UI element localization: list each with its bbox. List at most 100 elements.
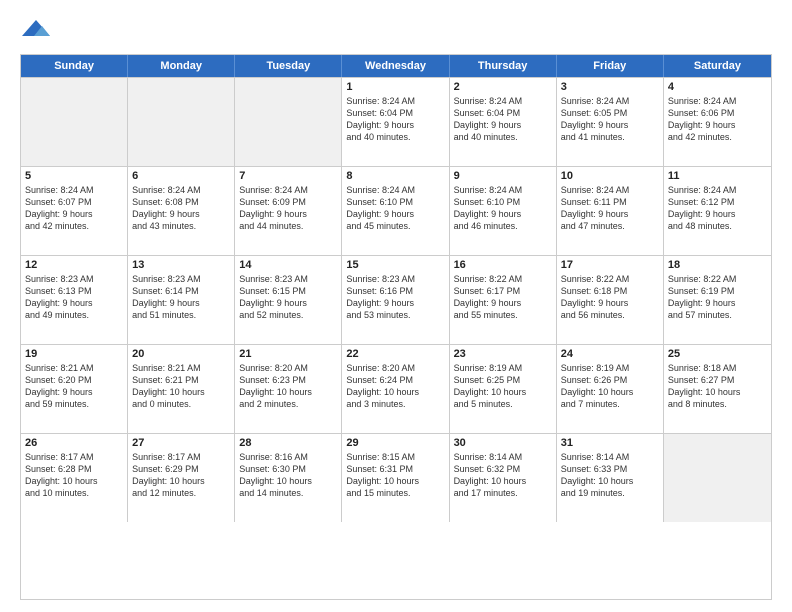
cell-info-line: and 57 minutes. [668,309,767,321]
cell-info-line: Sunrise: 8:24 AM [561,184,659,196]
cell-info-line: Sunrise: 8:23 AM [239,273,337,285]
calendar-day-5: 5Sunrise: 8:24 AMSunset: 6:07 PMDaylight… [21,167,128,255]
cell-info-line: and 49 minutes. [25,309,123,321]
cell-info-line: Sunset: 6:04 PM [454,107,552,119]
cell-info-line: and 5 minutes. [454,398,552,410]
cell-info-line: Sunset: 6:05 PM [561,107,659,119]
cell-info-line: Sunrise: 8:21 AM [25,362,123,374]
calendar-day-17: 17Sunrise: 8:22 AMSunset: 6:18 PMDayligh… [557,256,664,344]
cell-info-line: Sunset: 6:31 PM [346,463,444,475]
calendar-day-12: 12Sunrise: 8:23 AMSunset: 6:13 PMDayligh… [21,256,128,344]
cell-info-line: Sunrise: 8:24 AM [346,184,444,196]
cell-info-line: Sunset: 6:10 PM [454,196,552,208]
calendar-day-24: 24Sunrise: 8:19 AMSunset: 6:26 PMDayligh… [557,345,664,433]
cell-info-line: and 3 minutes. [346,398,444,410]
calendar-day-25: 25Sunrise: 8:18 AMSunset: 6:27 PMDayligh… [664,345,771,433]
calendar-day-10: 10 Sunrise: 8:24 AMSunset: 6:11 PMDayligh… [557,167,664,255]
day-number: 23 [454,348,552,360]
cell-info-line: and 42 minutes. [25,220,123,232]
cell-info-line: Sunrise: 8:22 AM [668,273,767,285]
day-number: 10 [561,170,659,182]
day-number: 19 [25,348,123,360]
day-number: 24 [561,348,659,360]
cell-info-line: and 7 minutes. [561,398,659,410]
cell-info-line: Sunset: 6:07 PM [25,196,123,208]
cell-info-line: Sunrise: 8:24 AM [132,184,230,196]
cell-info-line: Sunrise: 8:17 AM [25,451,123,463]
cell-info-line: and 46 minutes. [454,220,552,232]
day-number: 31 [561,437,659,449]
cell-info-line: Sunrise: 8:18 AM [668,362,767,374]
day-number: 12 [25,259,123,271]
cell-info-line: Sunrise: 8:16 AM [239,451,337,463]
cell-info-line: Sunset: 6:06 PM [668,107,767,119]
day-number: 21 [239,348,337,360]
cell-info-line: Daylight: 10 hours [454,475,552,487]
cell-info-line: Sunset: 6:11 PM [561,196,659,208]
cell-info-line: Sunset: 6:24 PM [346,374,444,386]
day-number: 28 [239,437,337,449]
cell-info-line: and 53 minutes. [346,309,444,321]
cell-info-line: Sunset: 6:17 PM [454,285,552,297]
cell-info-line: Sunrise: 8:21 AM [132,362,230,374]
calendar-empty-cell [21,78,128,166]
day-number: 14 [239,259,337,271]
cell-info-line: Sunset: 6:13 PM [25,285,123,297]
cell-info-line: Sunset: 6:18 PM [561,285,659,297]
cell-info-line: Sunset: 6:29 PM [132,463,230,475]
day-number: 25 [668,348,767,360]
cell-info-line: and 44 minutes. [239,220,337,232]
day-number: 4 [668,81,767,93]
calendar-day-27: 27Sunrise: 8:17 AMSunset: 6:29 PMDayligh… [128,434,235,522]
cell-info-line: Sunset: 6:32 PM [454,463,552,475]
cell-info-line: and 48 minutes. [668,220,767,232]
cell-info-line: Daylight: 9 hours [668,297,767,309]
day-number: 8 [346,170,444,182]
cell-info-line: Sunset: 6:23 PM [239,374,337,386]
cell-info-line: Sunset: 6:28 PM [25,463,123,475]
cell-info-line: Sunset: 6:08 PM [132,196,230,208]
cell-info-line: Daylight: 9 hours [454,297,552,309]
cell-info-line: and 0 minutes. [132,398,230,410]
calendar-day-29: 29Sunrise: 8:15 AMSunset: 6:31 PMDayligh… [342,434,449,522]
cell-info-line: Sunrise: 8:24 AM [454,95,552,107]
calendar-week-1: 1Sunrise: 8:24 AMSunset: 6:04 PMDaylight… [21,77,771,166]
cell-info-line: Daylight: 9 hours [132,297,230,309]
calendar-day-1: 1Sunrise: 8:24 AMSunset: 6:04 PMDaylight… [342,78,449,166]
cell-info-line: Sunrise: 8:23 AM [132,273,230,285]
cell-info-line: and 2 minutes. [239,398,337,410]
cell-info-line: Daylight: 10 hours [132,386,230,398]
cell-info-line: and 8 minutes. [668,398,767,410]
day-number: 11 [668,170,767,182]
cell-info-line: Daylight: 10 hours [132,475,230,487]
calendar-day-19: 19Sunrise: 8:21 AMSunset: 6:20 PMDayligh… [21,345,128,433]
cell-info-line: Sunset: 6:30 PM [239,463,337,475]
calendar-empty-cell [235,78,342,166]
cell-info-line: Daylight: 9 hours [132,208,230,220]
cell-info-line: Daylight: 9 hours [25,297,123,309]
cell-info-line: Sunset: 6:21 PM [132,374,230,386]
cell-info-line: Daylight: 9 hours [239,297,337,309]
cell-info-line: Daylight: 9 hours [561,208,659,220]
cell-info-line: Daylight: 9 hours [561,119,659,131]
cell-info-line: and 52 minutes. [239,309,337,321]
cell-info-line: and 15 minutes. [346,487,444,499]
cell-info-line: Sunrise: 8:14 AM [454,451,552,463]
cell-info-line: Daylight: 9 hours [668,208,767,220]
calendar-week-2: 5Sunrise: 8:24 AMSunset: 6:07 PMDaylight… [21,166,771,255]
day-number: 15 [346,259,444,271]
calendar-day-13: 13Sunrise: 8:23 AMSunset: 6:14 PMDayligh… [128,256,235,344]
calendar-day-26: 26Sunrise: 8:17 AMSunset: 6:28 PMDayligh… [21,434,128,522]
calendar-day-20: 20Sunrise: 8:21 AMSunset: 6:21 PMDayligh… [128,345,235,433]
cell-info-line: Daylight: 10 hours [346,475,444,487]
day-number: 6 [132,170,230,182]
cell-info-line: Sunrise: 8:19 AM [454,362,552,374]
cell-info-line: Daylight: 9 hours [346,119,444,131]
cell-info-line: Daylight: 9 hours [561,297,659,309]
day-number: 3 [561,81,659,93]
cell-info-line: Daylight: 10 hours [454,386,552,398]
calendar-day-21: 21Sunrise: 8:20 AMSunset: 6:23 PMDayligh… [235,345,342,433]
cell-info-line: Daylight: 9 hours [346,208,444,220]
cell-info-line: Daylight: 9 hours [25,208,123,220]
cell-info-line: Sunset: 6:27 PM [668,374,767,386]
